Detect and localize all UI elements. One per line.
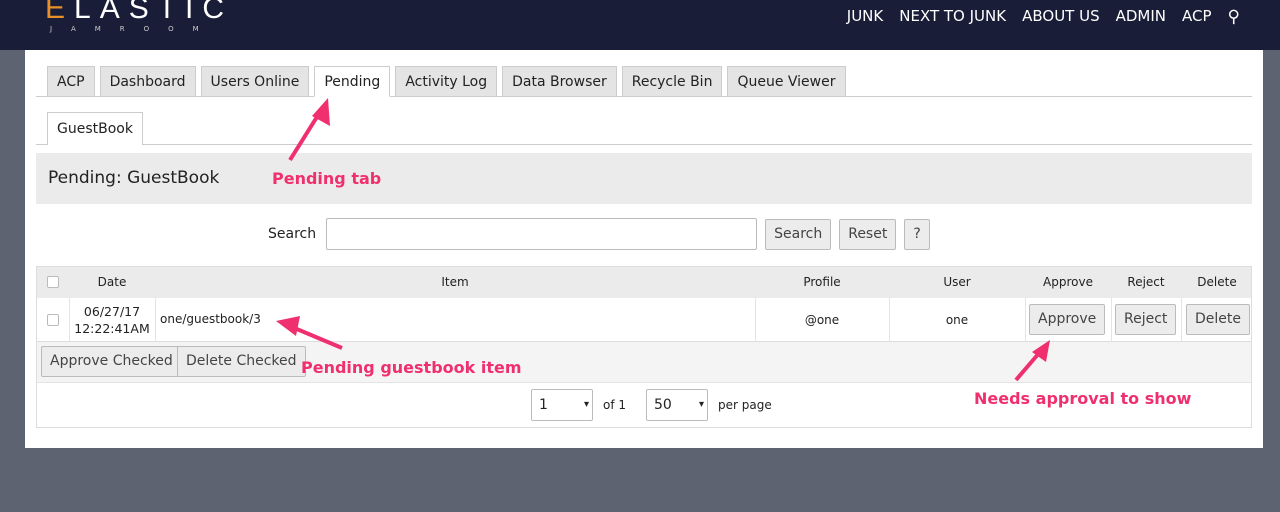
annotation-arrows — [276, 98, 1050, 382]
